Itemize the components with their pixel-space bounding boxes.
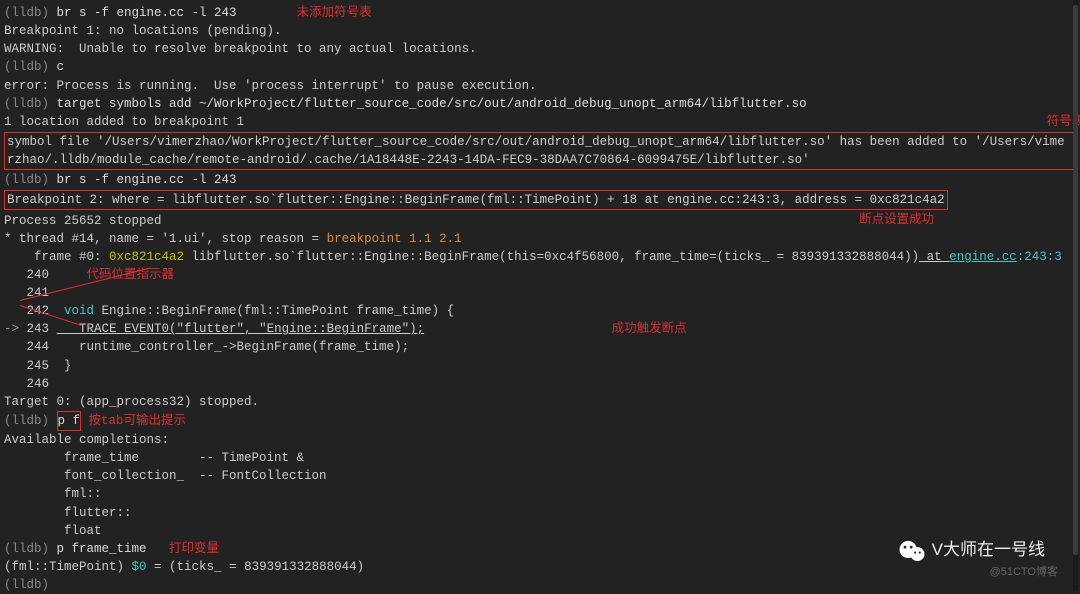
completion-2: font_collection_ -- FontCollection xyxy=(4,467,1076,485)
lldb-prompt: (lldb) xyxy=(4,542,57,556)
wechat-icon xyxy=(898,539,926,563)
scrollbar-thumb[interactable] xyxy=(1073,5,1078,555)
file-link: engine.cc xyxy=(949,250,1017,264)
line-symbol-file-b: rzhao/.lldb/module_cache/remote-android/… xyxy=(7,151,1073,169)
box-pf-cmd: p f xyxy=(57,411,82,431)
cmd-text: br s -f engine.cc -l 243 xyxy=(57,6,237,20)
line-br2: (lldb) br s -f engine.cc -l 243 xyxy=(4,171,1076,189)
line-avail: Available completions: xyxy=(4,431,1076,449)
line-end-prompt: (lldb) xyxy=(4,576,1076,594)
cmd-text: target symbols add ~/WorkProject/flutter… xyxy=(57,97,807,111)
line-p-f: (lldb) p f 按tab可输出提示 xyxy=(4,411,1076,431)
annotation-hit-bp: 成功触发断点 xyxy=(612,322,687,336)
code-line-243: -> 243 TRACE_EVENT0("flutter", "Engine::… xyxy=(4,320,1076,338)
line-error: error: Process is running. Use 'process … xyxy=(4,77,1076,95)
code-line-240: 240 代码位置指示器 xyxy=(4,266,1076,284)
line-frame: frame #0: 0xc821c4a2 libflutter.so`flutt… xyxy=(4,248,1076,266)
line-thread: * thread #14, name = '1.ui', stop reason… xyxy=(4,230,1076,248)
code-line-244: 244 runtime_controller_->BeginFrame(fram… xyxy=(4,338,1076,356)
line-symbols-add: (lldb) target symbols add ~/WorkProject/… xyxy=(4,95,1076,113)
frame-address: 0xc821c4a2 xyxy=(109,250,184,264)
box-breakpoint2: Breakpoint 2: where = libflutter.so`flut… xyxy=(4,190,948,210)
lldb-prompt: (lldb) xyxy=(4,6,57,20)
void-keyword: void xyxy=(64,304,94,318)
result-var: $0 xyxy=(132,560,147,574)
watermark: V大师在一号线 xyxy=(898,538,1045,563)
annotation-print-var: 打印变量 xyxy=(169,542,219,556)
box-symbol-file: symbol file '/Users/vimerzhao/WorkProjec… xyxy=(4,132,1076,170)
completion-4: flutter:: xyxy=(4,504,1076,522)
code-line-246: 246 xyxy=(4,375,1076,393)
line-br1: (lldb) br s -f engine.cc -l 243 未添加符号表 xyxy=(4,4,1076,22)
lldb-prompt: (lldb) xyxy=(4,173,57,187)
line-process: Process 25652 stopped xyxy=(4,212,1076,230)
at-link: at xyxy=(919,250,949,264)
line-warning: WARNING: Unable to resolve breakpoint to… xyxy=(4,40,1076,58)
current-line-marker: -> xyxy=(4,322,27,336)
line-continue: (lldb) c xyxy=(4,58,1076,76)
lldb-prompt: (lldb) xyxy=(4,60,57,74)
watermark-text: V大师在一号线 xyxy=(932,538,1045,563)
line-symbol-file-a: symbol file '/Users/vimerzhao/WorkProjec… xyxy=(7,133,1073,151)
lldb-prompt: (lldb) xyxy=(4,97,57,111)
annotation-tab-hint: 按tab可输出提示 xyxy=(89,414,187,428)
annotation-no-symbols: 未添加符号表 xyxy=(297,6,372,20)
lldb-prompt: (lldb) xyxy=(4,414,57,428)
scrollbar[interactable] xyxy=(1073,0,1078,591)
line-target-stopped: Target 0: (app_process32) stopped. xyxy=(4,393,1076,411)
completion-3: fml:: xyxy=(4,485,1076,503)
code-line-241: 241 xyxy=(4,284,1076,302)
completion-5: float xyxy=(4,522,1076,540)
code-line-245: 245 } xyxy=(4,357,1076,375)
line-bp1: Breakpoint 1: no locations (pending). xyxy=(4,22,1076,40)
code-line-242: 242 void Engine::BeginFrame(fml::TimePoi… xyxy=(4,302,1076,320)
cmd-text: c xyxy=(57,60,65,74)
lldb-prompt: (lldb) xyxy=(4,578,57,592)
line-bp2: Breakpoint 2: where = libflutter.so`flut… xyxy=(7,193,945,207)
cmd-text: br s -f engine.cc -l 243 xyxy=(57,173,237,187)
stop-reason: breakpoint 1.1 2.1 xyxy=(327,232,462,246)
watermark-sub: @51CTO博客 xyxy=(990,565,1058,581)
terminal-output[interactable]: (lldb) br s -f engine.cc -l 243 未添加符号表 B… xyxy=(4,4,1076,594)
line-location-added: 1 location added to breakpoint 1 符号表添加成功 xyxy=(4,113,1076,131)
completion-1: frame_time -- TimePoint & xyxy=(4,449,1076,467)
